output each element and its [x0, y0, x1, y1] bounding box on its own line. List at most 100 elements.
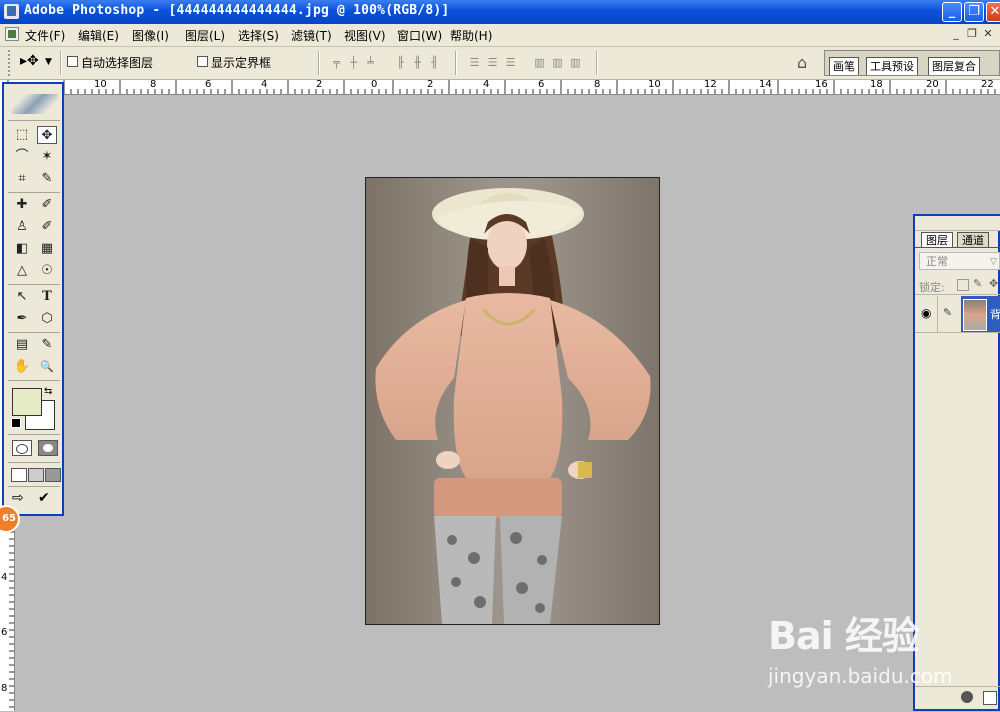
- move-tool-icon[interactable]: ✥: [37, 126, 57, 144]
- layer-style-icon[interactable]: [961, 691, 973, 703]
- doc-minimize-button[interactable]: _: [950, 28, 962, 40]
- menu-edit[interactable]: 编辑(E): [78, 27, 119, 44]
- notes-tool-icon[interactable]: ▤: [12, 336, 32, 354]
- tab-channels[interactable]: 通道: [957, 232, 989, 248]
- tab-tool-presets[interactable]: 工具预设: [866, 57, 918, 75]
- menu-view[interactable]: 视图(V): [344, 27, 386, 44]
- tab-layers[interactable]: 图层: [921, 232, 953, 248]
- menu-filter[interactable]: 滤镜(T): [291, 27, 332, 44]
- marquee-tool-icon[interactable]: ⬚: [12, 126, 32, 144]
- feather-logo-icon[interactable]: [12, 94, 58, 114]
- menu-layer[interactable]: 图层(L): [185, 27, 225, 44]
- blur-tool-icon[interactable]: △: [12, 262, 32, 280]
- eye-visibility-icon[interactable]: ◉: [921, 306, 931, 320]
- distribute-hcenter-icon[interactable]: ▥: [551, 57, 564, 69]
- align-right-icon[interactable]: ╢: [428, 57, 441, 69]
- full-screen-mode-icon[interactable]: [45, 468, 61, 482]
- auto-select-layer-checkbox[interactable]: [67, 56, 78, 67]
- distribute-right-icon[interactable]: ▥: [569, 57, 582, 69]
- toolbox-panel[interactable]: ⬚ ✥ ⌒ ✶ ⌗ ✎ ✚ ✐ ♙ ✐ ◧ ▦ △ ☉ ↖ T ✒ ⬡ ▤ ✎ …: [2, 82, 64, 516]
- document-canvas[interactable]: [365, 177, 660, 625]
- edit-in-imageready-icon[interactable]: ✔: [38, 490, 50, 506]
- align-bottom-icon[interactable]: ╧: [364, 57, 377, 69]
- panel-divider: [915, 294, 1000, 295]
- photoshop-app-icon[interactable]: [4, 4, 19, 19]
- document-icon[interactable]: [5, 27, 19, 41]
- close-button[interactable]: ✕: [986, 2, 1000, 22]
- close-icon: ✕: [989, 4, 1000, 19]
- gradient-tool-icon[interactable]: ▦: [37, 240, 57, 258]
- distribute-left-icon[interactable]: ▥: [533, 57, 546, 69]
- new-layer-icon[interactable]: [983, 691, 997, 705]
- distribute-top-icon[interactable]: ☰: [468, 57, 481, 69]
- lock-label: 锁定:: [919, 281, 945, 294]
- minimize-button[interactable]: _: [942, 2, 962, 22]
- lock-transparency-icon[interactable]: [957, 279, 969, 291]
- layers-panel[interactable]: 图层 通道 正常 ▽ 锁定: ✎ ✥ ◉ ✎ 背: [913, 214, 1000, 711]
- ruler-label: 2: [316, 80, 323, 90]
- align-left-icon[interactable]: ╟: [394, 57, 407, 69]
- lock-position-icon[interactable]: ✥: [989, 277, 998, 290]
- brush-link-icon[interactable]: ✎: [943, 306, 952, 319]
- healing-brush-tool-icon[interactable]: ✚: [12, 196, 32, 214]
- minimize-icon: _: [948, 4, 956, 19]
- show-bounding-box-checkbox[interactable]: [197, 56, 208, 67]
- magic-wand-tool-icon[interactable]: ✶: [37, 148, 57, 166]
- layer-row[interactable]: ◉ ✎ 背: [915, 296, 1000, 332]
- standard-mode-icon[interactable]: [12, 440, 32, 456]
- layer-row-divider: [937, 296, 938, 332]
- doc-close-button[interactable]: ✕: [982, 28, 994, 40]
- shape-tool-icon[interactable]: ⬡: [37, 310, 57, 328]
- foreground-color-swatch[interactable]: [12, 388, 42, 416]
- quick-mask-mode-icon[interactable]: [38, 440, 58, 456]
- ruler-label: 0: [371, 80, 378, 90]
- slice-tool-icon[interactable]: ✎: [37, 170, 57, 188]
- hand-tool-icon[interactable]: ✋: [12, 358, 32, 376]
- path-selection-tool-icon[interactable]: ↖: [12, 288, 32, 306]
- options-bar-grip[interactable]: [8, 50, 14, 76]
- blend-mode-select[interactable]: 正常 ▽: [919, 252, 1000, 270]
- default-colors-icon[interactable]: [11, 418, 21, 428]
- menu-window[interactable]: 窗口(W): [397, 27, 442, 44]
- clone-stamp-tool-icon[interactable]: ♙: [12, 218, 32, 236]
- dodge-tool-icon[interactable]: ☉: [37, 262, 57, 280]
- distribute-bottom-icon[interactable]: ☰: [504, 57, 517, 69]
- restore-button[interactable]: ❐: [964, 2, 984, 22]
- align-vcenter-icon[interactable]: ┼: [347, 57, 360, 69]
- lasso-tool-icon[interactable]: ⌒: [12, 148, 32, 166]
- type-tool-icon[interactable]: T: [37, 288, 57, 306]
- chevron-down-icon[interactable]: ▼: [45, 57, 52, 67]
- brush-tool-icon[interactable]: ✐: [37, 196, 57, 214]
- ruler-label: 6: [205, 80, 212, 90]
- file-browser-icon[interactable]: ⌂: [797, 53, 807, 72]
- tab-brushes[interactable]: 画笔: [829, 57, 859, 75]
- lock-pixels-icon[interactable]: ✎: [973, 277, 982, 290]
- eyedropper-tool-icon[interactable]: ✎: [37, 336, 57, 354]
- panel-header[interactable]: [915, 216, 1000, 231]
- layer-name[interactable]: 背: [990, 306, 1000, 322]
- crop-tool-icon[interactable]: ⌗: [12, 170, 32, 188]
- doc-restore-button[interactable]: ❐: [966, 28, 978, 40]
- menu-select[interactable]: 选择(S): [238, 27, 279, 44]
- tab-underline: [915, 247, 1000, 248]
- standard-screen-mode-icon[interactable]: [11, 468, 27, 482]
- panel-divider: [915, 332, 1000, 333]
- distribute-vcenter-icon[interactable]: ☰: [486, 57, 499, 69]
- layer-thumbnail: [963, 299, 987, 331]
- align-top-icon[interactable]: ╤: [330, 57, 343, 69]
- ruler-label: 22: [981, 80, 994, 90]
- tab-layer-comps[interactable]: 图层复合: [928, 57, 980, 75]
- move-tool-preset-icon[interactable]: ▸✥: [20, 53, 39, 69]
- full-screen-menu-mode-icon[interactable]: [28, 468, 44, 482]
- align-hcenter-icon[interactable]: ╫: [411, 57, 424, 69]
- pen-tool-icon[interactable]: ✒: [12, 310, 32, 328]
- swap-colors-icon[interactable]: ⇆: [44, 386, 52, 397]
- eraser-tool-icon[interactable]: ◧: [12, 240, 32, 258]
- menu-image[interactable]: 图像(I): [132, 27, 169, 44]
- options-divider: [318, 51, 320, 75]
- menu-help[interactable]: 帮助(H): [450, 27, 492, 44]
- menu-file[interactable]: 文件(F): [25, 27, 65, 44]
- zoom-tool-icon[interactable]: 🔍: [37, 358, 57, 376]
- jump-to-imageready-icon[interactable]: ⇨: [12, 490, 24, 506]
- history-brush-tool-icon[interactable]: ✐: [37, 218, 57, 236]
